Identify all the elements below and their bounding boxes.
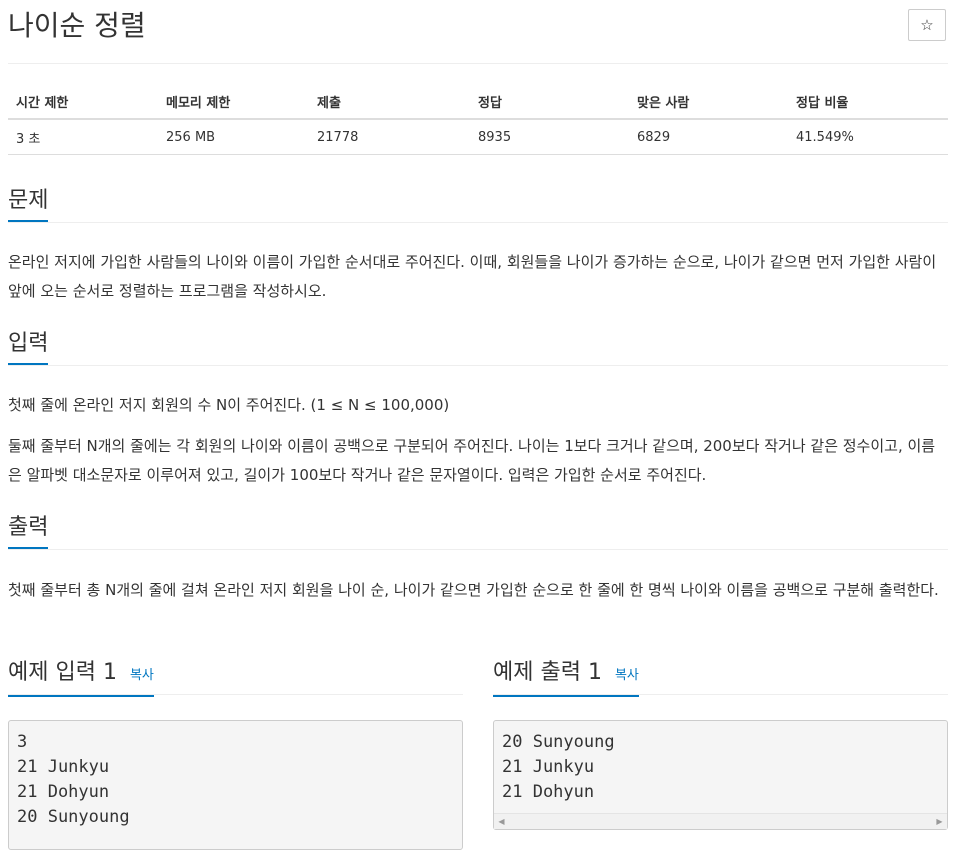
header-memory-limit: 메모리 제한 xyxy=(158,84,309,120)
scroll-left-arrow-icon[interactable]: ◀ xyxy=(494,814,509,829)
sample-input-heading-wrap: 예제 입력 1 복사 xyxy=(8,656,154,697)
description-section-header: 문제 xyxy=(8,184,948,223)
sample-output-heading: 예제 출력 1 xyxy=(493,660,602,685)
info-header-row: 시간 제한 메모리 제한 제출 정답 맞은 사람 정답 비율 xyxy=(8,84,948,120)
value-submissions: 21778 xyxy=(309,119,470,155)
description-heading: 문제 xyxy=(8,184,49,222)
scroll-right-arrow-icon[interactable]: ▶ xyxy=(932,814,947,829)
star-button[interactable]: ☆ xyxy=(908,9,946,41)
input-text-line2: 둘째 줄부터 N개의 줄에는 각 회원의 나이와 이름이 공백으로 구분되어 주… xyxy=(8,437,936,484)
value-memory-limit: 256 MB xyxy=(158,119,309,155)
star-icon: ☆ xyxy=(920,16,934,34)
sample-input-header: 예제 입력 1 복사 xyxy=(8,656,463,697)
output-text: 첫째 줄부터 총 N개의 줄에 걸쳐 온라인 저지 회원을 나이 순, 나이가 … xyxy=(8,581,939,599)
header-submissions: 제출 xyxy=(309,84,470,120)
sample-output-container: 20 Sunyoung 21 Junkyu 21 Dohyun ◀ ▶ xyxy=(493,720,948,830)
value-accept-ratio: 41.549% xyxy=(788,119,948,155)
value-accepted: 8935 xyxy=(470,119,629,155)
header-time-limit: 시간 제한 xyxy=(8,84,158,120)
value-solvers: 6829 xyxy=(629,119,788,155)
sample-input-heading: 예제 입력 1 xyxy=(8,660,117,685)
sample-output-copy-button[interactable]: 복사 xyxy=(615,668,639,683)
problem-info-table: 시간 제한 메모리 제한 제출 정답 맞은 사람 정답 비율 3 초 256 M… xyxy=(8,84,948,155)
input-heading: 입력 xyxy=(8,327,49,365)
horizontal-scrollbar[interactable]: ◀ ▶ xyxy=(494,813,947,829)
description-text: 온라인 저지에 가입한 사람들의 나이와 이름이 가입한 순서대로 주어진다. … xyxy=(8,253,937,300)
sample-output-heading-wrap: 예제 출력 1 복사 xyxy=(493,656,639,697)
output-section-header: 출력 xyxy=(8,511,948,550)
header-solvers: 맞은 사람 xyxy=(629,84,788,120)
sample-input-box: 3 21 Junkyu 21 Dohyun 20 Sunyoung xyxy=(8,720,463,850)
problem-title: 나이순 정렬 xyxy=(8,9,146,42)
output-heading: 출력 xyxy=(8,511,49,549)
input-text-line1: 첫째 줄에 온라인 저지 회원의 수 N이 주어진다. (1 ≤ N ≤ 100… xyxy=(8,396,450,414)
sample-input-copy-button[interactable]: 복사 xyxy=(130,668,154,683)
header-accept-ratio: 정답 비율 xyxy=(788,84,948,120)
sample-output-header: 예제 출력 1 복사 xyxy=(493,656,948,697)
title-divider xyxy=(8,63,948,64)
input-section-header: 입력 xyxy=(8,327,948,366)
header-accepted: 정답 xyxy=(470,84,629,120)
info-value-row: 3 초 256 MB 21778 8935 6829 41.549% xyxy=(8,119,948,155)
value-time-limit: 3 초 xyxy=(8,119,158,155)
